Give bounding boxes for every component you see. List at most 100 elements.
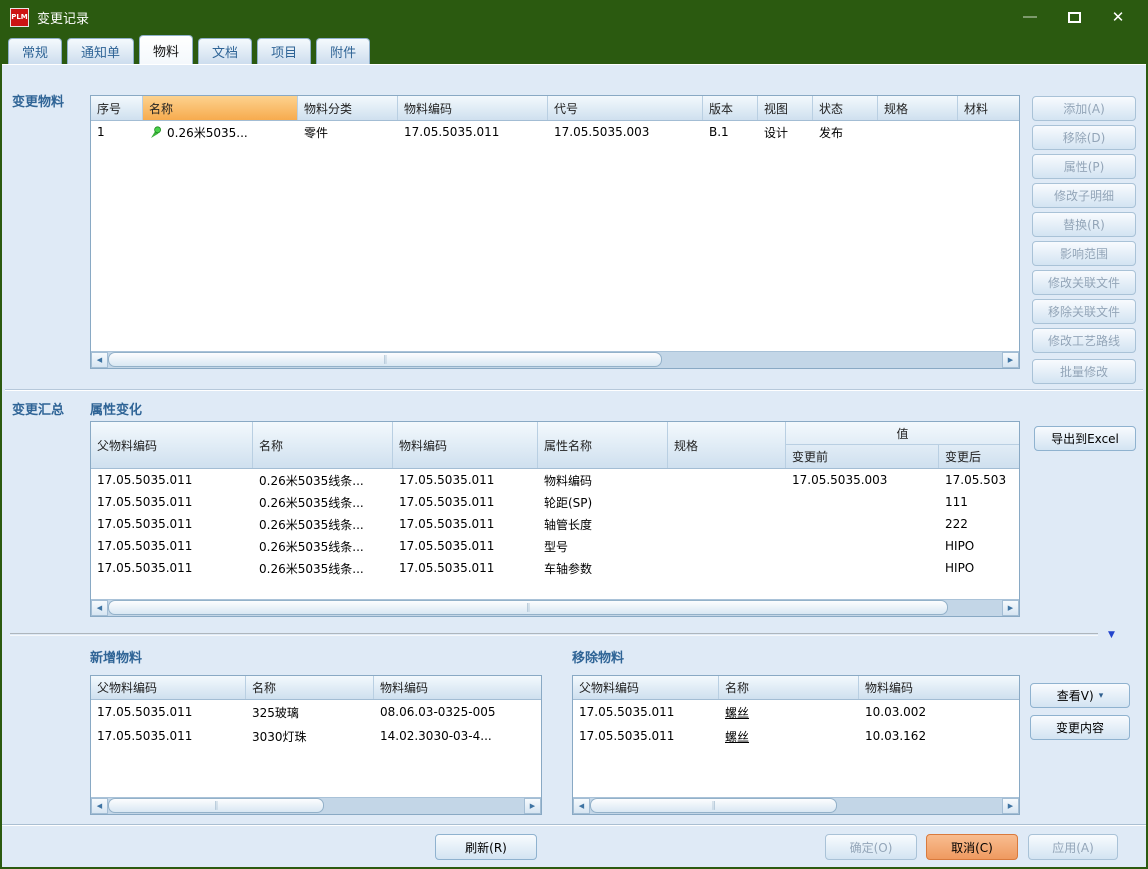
col-no[interactable]: 序号	[91, 96, 143, 120]
removed-materials-table: 父物料编码 名称 物料编码 17.05.5035.011 螺丝 10.03.00…	[572, 675, 1020, 815]
cell-parent-code: 17.05.5035.011	[91, 557, 253, 579]
scroll-thumb[interactable]	[108, 798, 324, 813]
cell-attr-name: 轴管长度	[538, 513, 668, 535]
scroll-left-icon[interactable]: ◀	[91, 352, 108, 368]
properties-button[interactable]: 属性(P)	[1032, 154, 1136, 179]
col-spec[interactable]: 规格	[878, 96, 958, 120]
cancel-button[interactable]: 取消(C)	[926, 834, 1018, 860]
minimize-icon[interactable]	[1008, 4, 1052, 30]
table-row[interactable]: 17.05.5035.011 0.26米5035线条... 17.05.5035…	[91, 513, 1019, 535]
col-code[interactable]: 物料编码	[393, 422, 538, 468]
remove-button[interactable]: 移除(D)	[1032, 125, 1136, 150]
col-before-change[interactable]: 变更前	[786, 445, 939, 468]
tab-document[interactable]: 文档	[198, 38, 252, 64]
col-value-group: 值 变更前 变更后	[786, 422, 1019, 468]
close-icon[interactable]: ✕	[1096, 4, 1140, 30]
replace-button[interactable]: 替换(R)	[1032, 212, 1136, 237]
scroll-track[interactable]	[108, 600, 1002, 616]
col-version[interactable]: 版本	[703, 96, 758, 120]
cell-code: 17.05.5035.011	[393, 469, 538, 491]
cell-after: 222	[939, 513, 1019, 535]
horizontal-scrollbar[interactable]: ◀ ▶	[91, 797, 541, 814]
apply-button[interactable]: 应用(A)	[1028, 834, 1118, 860]
remove-linked-files-button[interactable]: 移除关联文件	[1032, 299, 1136, 324]
scroll-thumb[interactable]	[108, 600, 948, 615]
scroll-right-icon[interactable]: ▶	[1002, 600, 1019, 616]
col-attr-name[interactable]: 属性名称	[538, 422, 668, 468]
scroll-track[interactable]	[108, 798, 524, 814]
export-to-excel-button[interactable]: 导出到Excel	[1034, 426, 1136, 451]
table-row[interactable]: 17.05.5035.011 3030灯珠 14.02.3030-03-4...	[91, 724, 541, 748]
added-materials-header: 父物料编码 名称 物料编码	[91, 676, 541, 700]
table-row[interactable]: 17.05.5035.011 0.26米5035线条... 17.05.5035…	[91, 491, 1019, 513]
col-name[interactable]: 名称	[719, 676, 859, 699]
impact-scope-button[interactable]: 影响范围	[1032, 241, 1136, 266]
cell-parent-code: 17.05.5035.011	[91, 700, 246, 724]
table-row[interactable]: 17.05.5035.011 螺丝 10.03.162	[573, 724, 1019, 748]
col-view[interactable]: 视图	[758, 96, 813, 120]
table-row[interactable]: 17.05.5035.011 325玻璃 08.06.03-0325-005	[91, 700, 541, 724]
change-record-dialog: PLM 变更记录 ✕ 常规 通知单 物料 文档 项目 附件 变更物料 序号 名称…	[0, 0, 1148, 869]
section-label-removed-materials: 移除物料	[572, 647, 624, 666]
tab-material[interactable]: 物料	[139, 35, 193, 64]
scroll-right-icon[interactable]: ▶	[524, 798, 541, 814]
tab-notice[interactable]: 通知单	[67, 38, 134, 64]
cell-name-link[interactable]: 螺丝	[719, 700, 859, 724]
scroll-left-icon[interactable]: ◀	[91, 600, 108, 616]
scroll-track[interactable]	[590, 798, 1002, 814]
footer-bar: 刷新(R) 确定(O) 取消(C) 应用(A)	[2, 824, 1146, 867]
col-parent-code[interactable]: 父物料编码	[91, 422, 253, 468]
col-code[interactable]: 物料编码	[374, 676, 541, 699]
refresh-button[interactable]: 刷新(R)	[435, 834, 537, 860]
edit-process-route-button[interactable]: 修改工艺路线	[1032, 328, 1136, 353]
tab-content-material: 变更物料 序号 名称 物料分类 物料编码 代号 版本 视图 状态 规格 材料 1	[2, 64, 1146, 867]
change-content-button[interactable]: 变更内容	[1030, 715, 1130, 740]
add-button[interactable]: 添加(A)	[1032, 96, 1136, 121]
tab-project[interactable]: 项目	[257, 38, 311, 64]
scroll-thumb[interactable]	[108, 352, 662, 367]
table-row[interactable]: 17.05.5035.011 螺丝 10.03.002	[573, 700, 1019, 724]
table-row[interactable]: 17.05.5035.011 0.26米5035线条... 17.05.5035…	[91, 469, 1019, 491]
scroll-right-icon[interactable]: ▶	[1002, 798, 1019, 814]
table-row[interactable]: 17.05.5035.011 0.26米5035线条... 17.05.5035…	[91, 557, 1019, 579]
scroll-thumb[interactable]	[590, 798, 837, 813]
col-parent-code[interactable]: 父物料编码	[91, 676, 246, 699]
maximize-icon[interactable]	[1052, 4, 1096, 30]
table-row[interactable]: 17.05.5035.011 0.26米5035线条... 17.05.5035…	[91, 535, 1019, 557]
col-code[interactable]: 物料编码	[859, 676, 1019, 699]
section-label-change-summary: 变更汇总	[12, 399, 64, 418]
removed-materials-header: 父物料编码 名称 物料编码	[573, 676, 1019, 700]
col-value: 值	[786, 422, 1019, 445]
col-alias[interactable]: 代号	[548, 96, 703, 120]
splitter-handle[interactable]	[10, 633, 1098, 636]
scroll-left-icon[interactable]: ◀	[573, 798, 590, 814]
horizontal-scrollbar[interactable]: ◀ ▶	[91, 351, 1019, 368]
col-material[interactable]: 材料	[958, 96, 1019, 120]
col-spec[interactable]: 规格	[668, 422, 786, 468]
batch-edit-button[interactable]: 批量修改	[1032, 359, 1136, 384]
horizontal-scrollbar[interactable]: ◀ ▶	[573, 797, 1019, 814]
col-status[interactable]: 状态	[813, 96, 878, 120]
cell-code: 17.05.5035.011	[393, 535, 538, 557]
col-after-change[interactable]: 变更后	[939, 445, 1019, 468]
tab-attachment[interactable]: 附件	[316, 38, 370, 64]
scroll-right-icon[interactable]: ▶	[1002, 352, 1019, 368]
cell-name: 3030灯珠	[246, 724, 374, 748]
edit-sub-detail-button[interactable]: 修改子明细	[1032, 183, 1136, 208]
horizontal-scrollbar[interactable]: ◀ ▶	[91, 599, 1019, 616]
cell-name-link[interactable]: 螺丝	[719, 724, 859, 748]
tab-general[interactable]: 常规	[8, 38, 62, 64]
splitter-arrow-icon[interactable]: ▼	[1108, 631, 1115, 640]
col-name[interactable]: 名称	[246, 676, 374, 699]
scroll-track[interactable]	[108, 352, 1002, 368]
view-dropdown-button[interactable]: 查看V) ▾	[1030, 683, 1130, 708]
col-category[interactable]: 物料分类	[298, 96, 398, 120]
col-name[interactable]: 名称	[143, 96, 298, 120]
scroll-left-icon[interactable]: ◀	[91, 798, 108, 814]
col-code[interactable]: 物料编码	[398, 96, 548, 120]
ok-button[interactable]: 确定(O)	[825, 834, 917, 860]
col-parent-code[interactable]: 父物料编码	[573, 676, 719, 699]
edit-linked-files-button[interactable]: 修改关联文件	[1032, 270, 1136, 295]
col-name[interactable]: 名称	[253, 422, 393, 468]
table-row[interactable]: 1 0.26米5035... 零件 17.05.5035.011 17.05.5…	[91, 121, 1019, 143]
